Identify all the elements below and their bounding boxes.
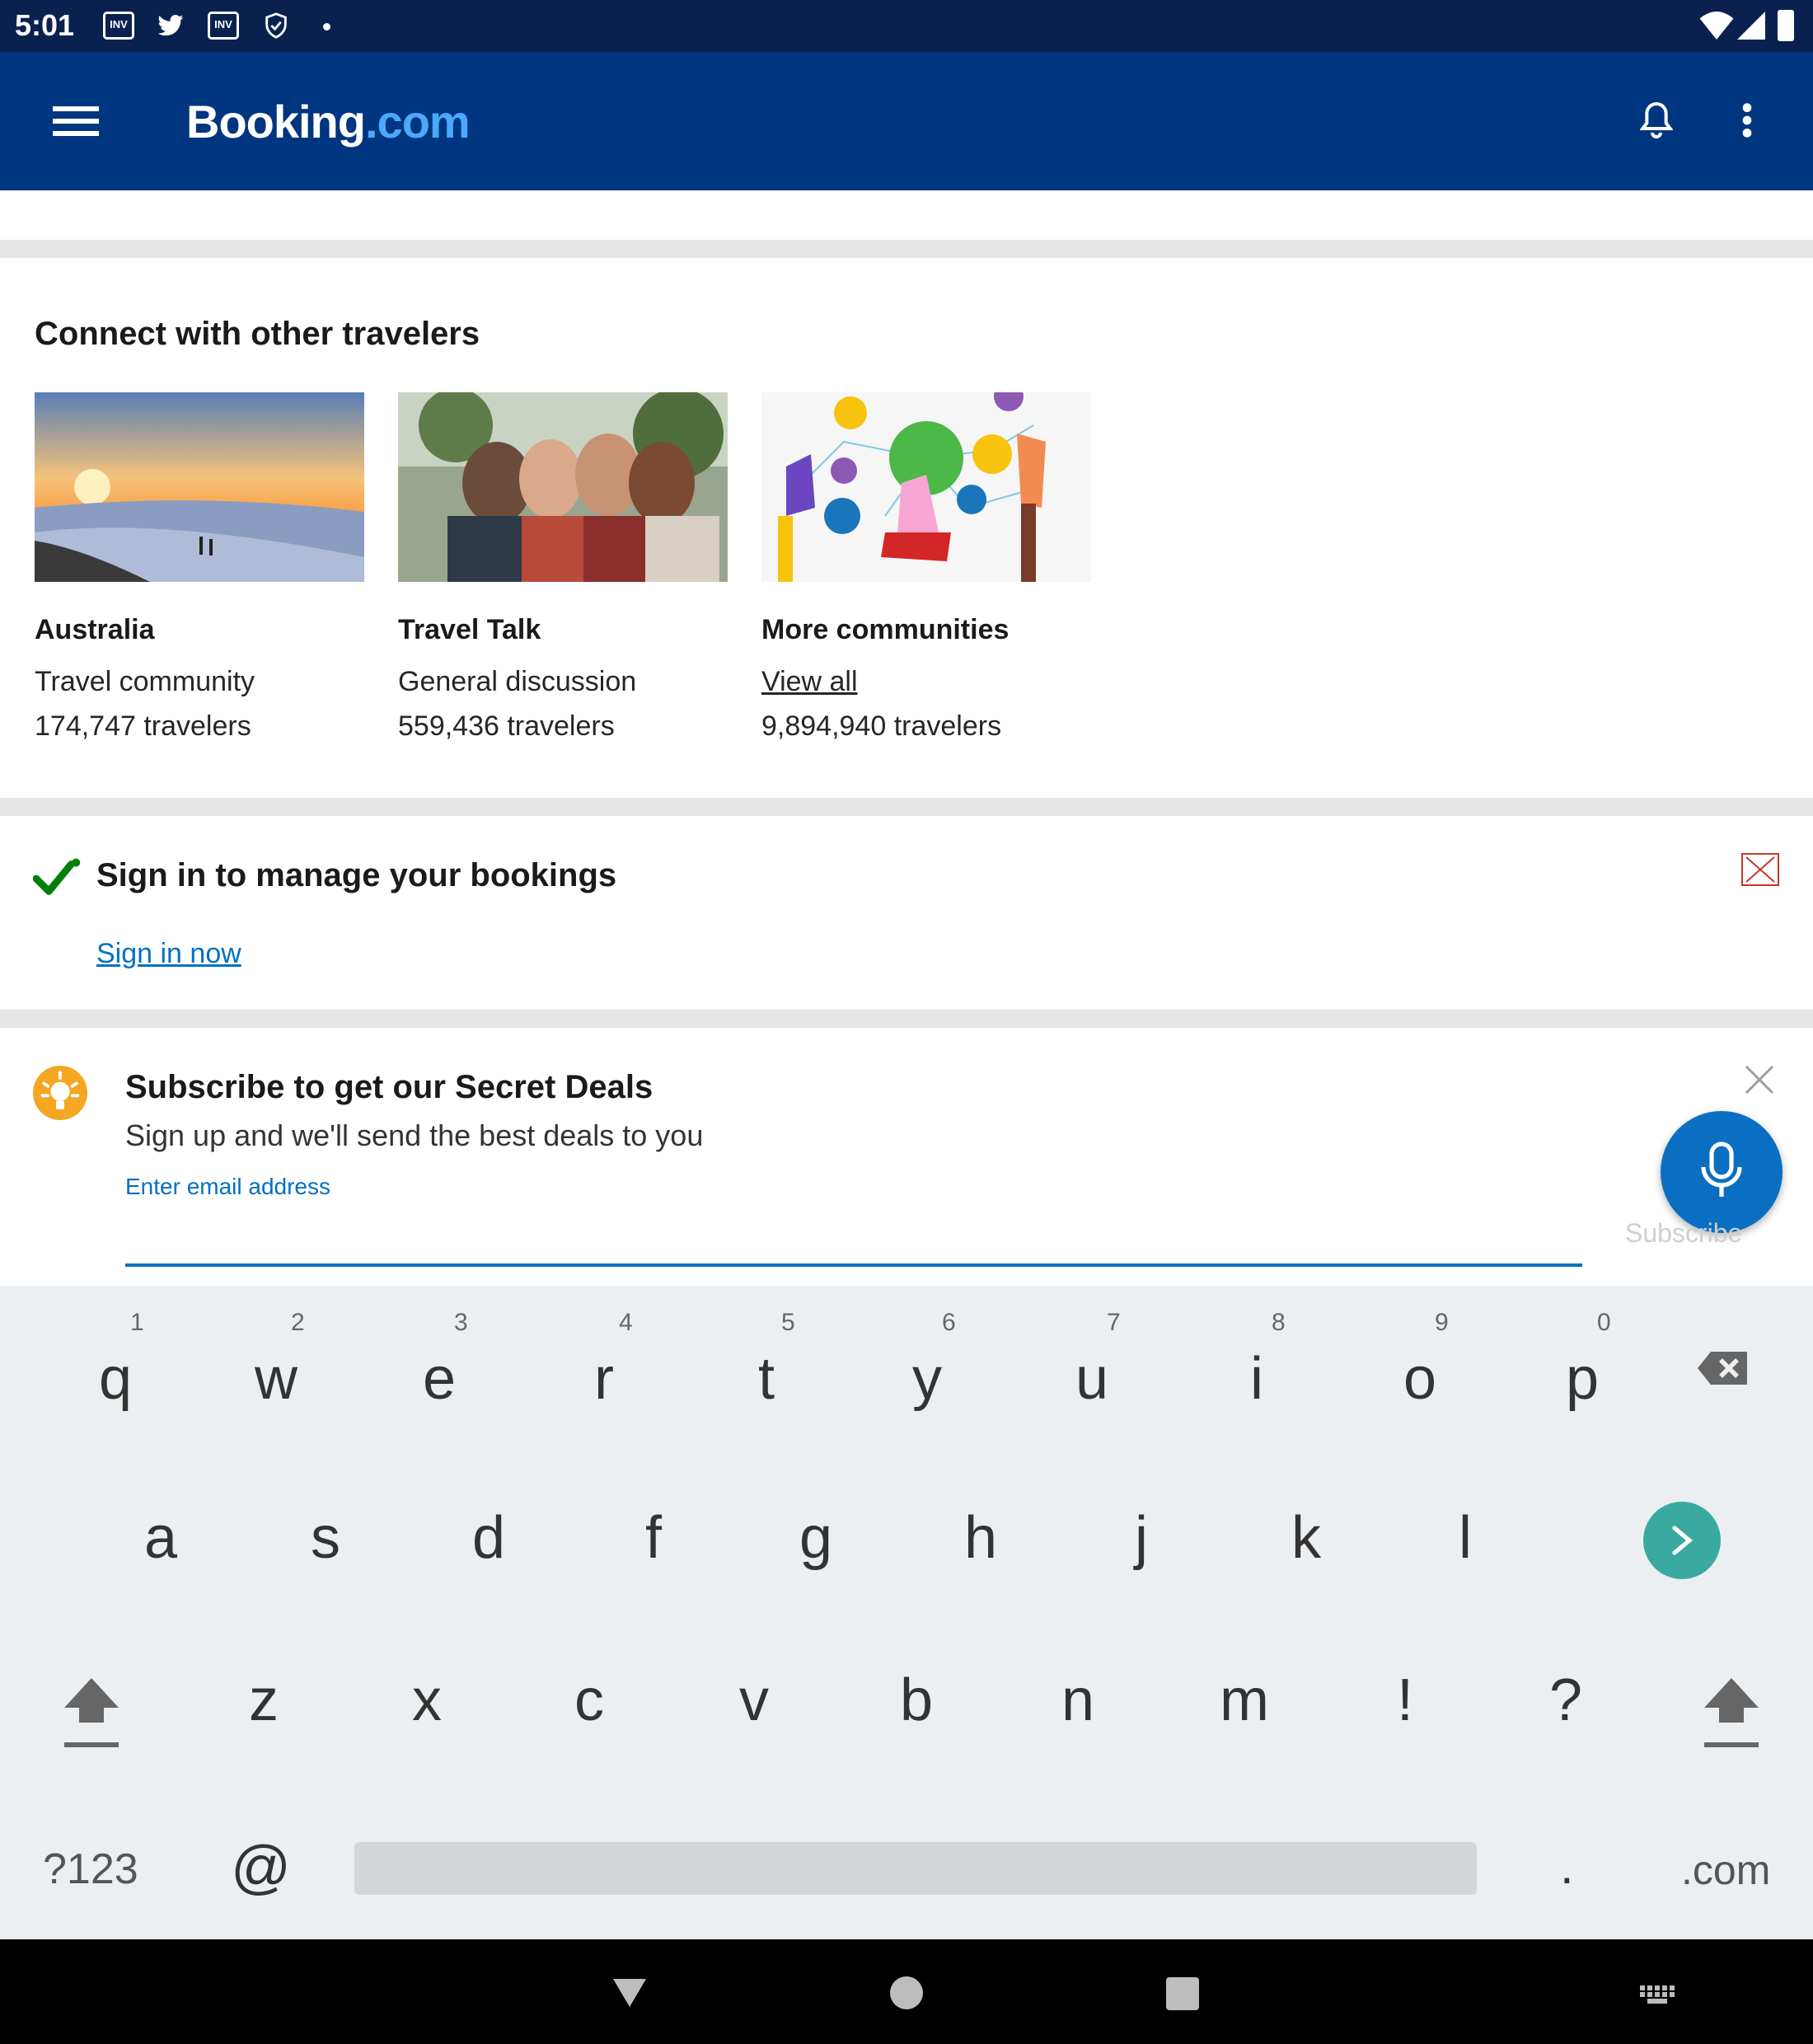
key-hint: 4 [619,1309,633,1336]
email-input[interactable] [125,1263,1582,1267]
next-key[interactable] [1643,1502,1721,1579]
key-l[interactable]: l [1432,1504,1498,1572]
key-hint: 2 [291,1309,305,1336]
signin-banner-title: Sign in to manage your bookings [96,857,617,893]
booking-logo: Booking.com [186,96,471,148]
backspace-key-icon[interactable] [1696,1348,1750,1388]
at-key[interactable]: @ [231,1834,291,1901]
subscribe-button[interactable]: Subscribe [1625,1218,1742,1249]
key-d[interactable]: d [456,1504,522,1572]
key-b[interactable]: b [883,1667,949,1734]
key-hint: 9 [1435,1309,1449,1336]
twitter-icon [157,15,184,36]
battery-icon [1778,10,1794,41]
sign-in-now-link[interactable]: Sign in now [96,938,241,970]
card-subtitle: Travel community [35,666,255,697]
microphone-icon [1701,1142,1742,1197]
key-exclamation[interactable]: ! [1372,1667,1438,1734]
close-subscribe-icon[interactable] [1743,1063,1776,1096]
close-banner-icon[interactable] [1741,853,1779,886]
key-r[interactable]: r [571,1345,637,1413]
key-u[interactable]: u [1059,1345,1125,1413]
key-p[interactable]: p [1549,1345,1615,1413]
key-hint: 5 [781,1309,795,1336]
key-k[interactable]: k [1273,1504,1339,1572]
key-f[interactable]: f [621,1504,686,1572]
more-communities-image[interactable] [761,392,1091,582]
key-hint: 0 [1597,1309,1611,1336]
card-traveler-count: 559,436 travelers [398,710,615,742]
keyboard-switch-icon[interactable] [1640,1985,1675,2004]
key-j[interactable]: j [1108,1504,1174,1572]
more-notifications-dot-icon [323,23,330,30]
key-y[interactable]: y [894,1345,960,1413]
key-n[interactable]: n [1045,1667,1111,1734]
wifi-icon [1699,12,1734,40]
key-question[interactable]: ? [1533,1667,1599,1734]
section-divider [0,240,1813,258]
lightbulb-icon [33,1066,87,1120]
card-title-australia[interactable]: Australia [35,614,155,646]
voice-input-button[interactable] [1661,1111,1783,1233]
on-screen-keyboard: ?123 @ . .com q 1 w 2 e 3 r 4 t 5 y 6 u 7 i 8 o 9 p 0 a s d f g h… [0,1286,1813,1939]
key-o[interactable]: o [1387,1345,1453,1413]
app-notification-icon: INV [208,12,239,40]
key-x[interactable]: x [394,1667,460,1734]
key-v[interactable]: v [721,1667,787,1734]
key-m[interactable]: m [1211,1667,1277,1734]
shield-icon [265,12,287,39]
key-h[interactable]: h [948,1504,1014,1572]
checkmark-icon [33,858,81,895]
system-nav-bar [0,1939,1813,2044]
key-g[interactable]: g [783,1504,849,1572]
travel-talk-community-image[interactable] [398,392,728,582]
view-all-link[interactable]: View all [761,666,858,698]
shift-left-key-icon[interactable] [61,1675,122,1749]
card-subtitle: General discussion [398,666,637,697]
dotcom-key[interactable]: .com [1681,1846,1770,1894]
card-title-more-communities[interactable]: More communities [761,614,1009,646]
symbols-key[interactable]: ?123 [43,1845,138,1894]
email-input-label: Enter email address [125,1174,331,1199]
subscribe-title: Subscribe to get our Secret Deals [125,1069,654,1105]
key-e[interactable]: e [406,1345,472,1413]
home-circle-icon[interactable] [890,1976,923,2009]
chevron-right-icon [1672,1526,1694,1555]
key-i[interactable]: i [1224,1345,1290,1413]
key-s[interactable]: s [293,1504,358,1572]
period-key[interactable]: . [1560,1838,1574,1895]
subscribe-subtitle: Sign up and we'll send the best deals to… [125,1118,704,1152]
communities-title: Connect with other travelers [35,316,480,352]
section-divider [0,798,1813,816]
card-traveler-count: 174,747 travelers [35,710,251,742]
recents-square-icon[interactable] [1166,1977,1199,2010]
space-bar[interactable] [354,1842,1477,1895]
app-header: Booking.com [0,52,1813,190]
card-title-travel-talk[interactable]: Travel Talk [398,614,541,646]
more-options-icon[interactable] [1739,101,1755,139]
australia-community-image[interactable] [35,392,364,582]
key-z[interactable]: z [231,1667,297,1734]
key-hint: 1 [130,1309,144,1336]
key-hint: 8 [1272,1309,1286,1336]
key-a[interactable]: a [128,1504,194,1572]
shift-right-key-icon[interactable] [1701,1675,1762,1749]
key-w[interactable]: w [243,1345,309,1413]
menu-icon[interactable] [53,105,99,138]
key-t[interactable]: t [733,1345,799,1413]
key-q[interactable]: q [82,1345,148,1413]
status-time: 5:01 [15,8,75,42]
app-notification-icon: INV [103,12,134,40]
back-triangle-icon[interactable] [611,1977,648,2009]
key-hint: 6 [942,1309,956,1336]
bell-icon[interactable] [1640,100,1673,141]
card-traveler-count: 9,894,940 travelers [761,710,1002,742]
signal-icon [1737,12,1765,40]
key-hint: 7 [1107,1309,1121,1336]
key-c[interactable]: c [556,1667,622,1734]
key-hint: 3 [454,1309,468,1336]
section-divider [0,1010,1813,1028]
status-bar: 5:01 INV INV [0,0,1813,52]
